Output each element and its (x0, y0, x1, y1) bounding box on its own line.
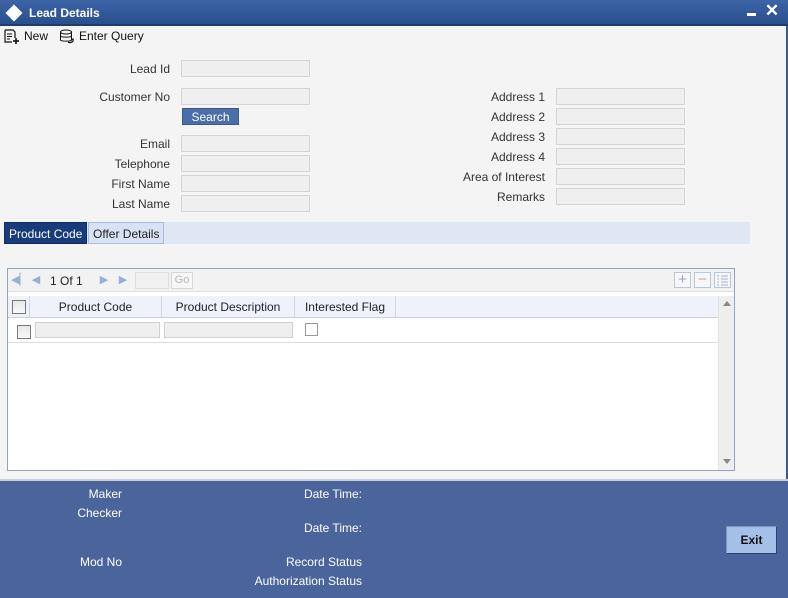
email-label: Email (139, 137, 170, 151)
address-4-input[interactable] (557, 149, 684, 164)
tab-offer-details[interactable]: Offer Details (88, 222, 165, 244)
audit-footer: Maker Checker Mod No Date Time: Date Tim… (0, 479, 788, 598)
lead-id-field[interactable] (181, 60, 310, 77)
mod-no-label: Mod No (79, 555, 122, 569)
last-name-field[interactable] (181, 195, 310, 212)
record-status-label: Record Status (285, 555, 362, 569)
prev-page-icon[interactable]: ◀ (30, 274, 42, 286)
address-1-field[interactable] (556, 88, 685, 105)
lead-details-window: Lead Details ✕ New Enter Query Lead Id C… (0, 0, 788, 598)
address-2-label: Address 2 (490, 110, 545, 124)
tab-strip: Product Code Offer Details (4, 222, 750, 244)
go-button[interactable]: Go (171, 272, 193, 289)
grid-vertical-scrollbar[interactable] (718, 296, 734, 470)
scroll-down-arrow-icon[interactable] (723, 459, 731, 464)
next-page-icon[interactable]: ▶ (98, 274, 110, 286)
select-all-checkbox[interactable] (12, 300, 26, 314)
area-of-interest-input[interactable] (557, 169, 684, 184)
add-row-button[interactable]: + (674, 272, 691, 288)
last-name-label: Last Name (111, 197, 170, 211)
new-label: New (24, 29, 49, 43)
new-document-icon (4, 28, 19, 44)
maker-date-time-label: Date Time: (303, 487, 362, 501)
close-button[interactable]: ✕ (764, 1, 780, 21)
telephone-label: Telephone (114, 157, 170, 171)
first-name-input[interactable] (182, 176, 309, 191)
page-indicator: 1 Of 1 (50, 274, 83, 288)
address-3-input[interactable] (557, 129, 684, 144)
toolbar: New Enter Query (0, 26, 786, 46)
database-query-icon (60, 29, 74, 43)
customer-no-input[interactable] (182, 89, 309, 104)
title-bar: Lead Details ✕ (0, 0, 788, 26)
customer-no-label: Customer No (99, 90, 170, 104)
remarks-input[interactable] (557, 189, 684, 204)
single-view-button[interactable] (714, 272, 731, 288)
first-name-label: First Name (111, 177, 170, 191)
select-all-column (8, 296, 30, 318)
table-row (8, 319, 718, 343)
product-code-cell-input[interactable] (35, 322, 160, 338)
enter-query-button[interactable]: Enter Query (59, 28, 144, 44)
remarks-field[interactable] (556, 188, 685, 205)
address-2-field[interactable] (556, 108, 685, 125)
address-2-input[interactable] (557, 109, 684, 124)
last-name-input[interactable] (182, 196, 309, 211)
column-header-product-code[interactable]: Product Code (30, 296, 162, 318)
customer-no-field[interactable] (181, 88, 310, 105)
remarks-label: Remarks (496, 190, 545, 204)
telephone-field[interactable] (181, 155, 310, 172)
checker-label: Checker (77, 506, 122, 520)
enter-query-label: Enter Query (79, 29, 144, 43)
window-title: Lead Details (29, 6, 100, 20)
row-select-checkbox[interactable] (17, 325, 31, 339)
address-3-field[interactable] (556, 128, 685, 145)
telephone-input[interactable] (182, 156, 309, 171)
checker-date-time-label: Date Time: (303, 521, 362, 535)
new-button[interactable]: New (4, 28, 48, 44)
grid-pagination-bar: ◀▏ ◀ 1 Of 1 ▶ ▶ Go + − (8, 269, 734, 292)
area-of-interest-label: Area of Interest (462, 170, 545, 184)
email-field[interactable] (181, 135, 310, 152)
lead-id-label: Lead Id (129, 62, 170, 76)
address-1-input[interactable] (557, 89, 684, 104)
grid-header-row: Product Code Product Description Interes… (8, 296, 718, 318)
address-4-field[interactable] (556, 148, 685, 165)
column-header-interested-flag[interactable]: Interested Flag (295, 296, 396, 318)
area-of-interest-field[interactable] (556, 168, 685, 185)
product-description-cell-input[interactable] (164, 322, 293, 338)
first-page-icon[interactable]: ◀▏ (11, 274, 28, 286)
last-page-icon[interactable]: ▶ (117, 274, 129, 286)
address-1-label: Address 1 (490, 90, 545, 104)
address-4-label: Address 4 (490, 150, 545, 164)
maker-label: Maker (88, 487, 122, 501)
page-number-input[interactable] (135, 272, 169, 289)
list-view-icon (717, 275, 728, 286)
product-grid: ◀▏ ◀ 1 Of 1 ▶ ▶ Go + − Product Code Prod… (7, 268, 735, 471)
email-input[interactable] (182, 136, 309, 151)
search-button[interactable]: Search (182, 108, 239, 125)
diamond-icon (5, 4, 23, 22)
tab-product-code[interactable]: Product Code (4, 222, 88, 244)
interested-flag-checkbox[interactable] (305, 323, 318, 336)
minimize-button[interactable] (746, 4, 758, 20)
lead-id-input[interactable] (182, 61, 309, 76)
scroll-up-arrow-icon[interactable] (723, 301, 731, 306)
authorization-status-label: Authorization Status (254, 574, 362, 588)
address-3-label: Address 3 (490, 130, 545, 144)
delete-row-button[interactable]: − (694, 272, 711, 288)
first-name-field[interactable] (181, 175, 310, 192)
column-header-product-description[interactable]: Product Description (162, 296, 295, 318)
exit-button[interactable]: Exit (726, 526, 777, 554)
